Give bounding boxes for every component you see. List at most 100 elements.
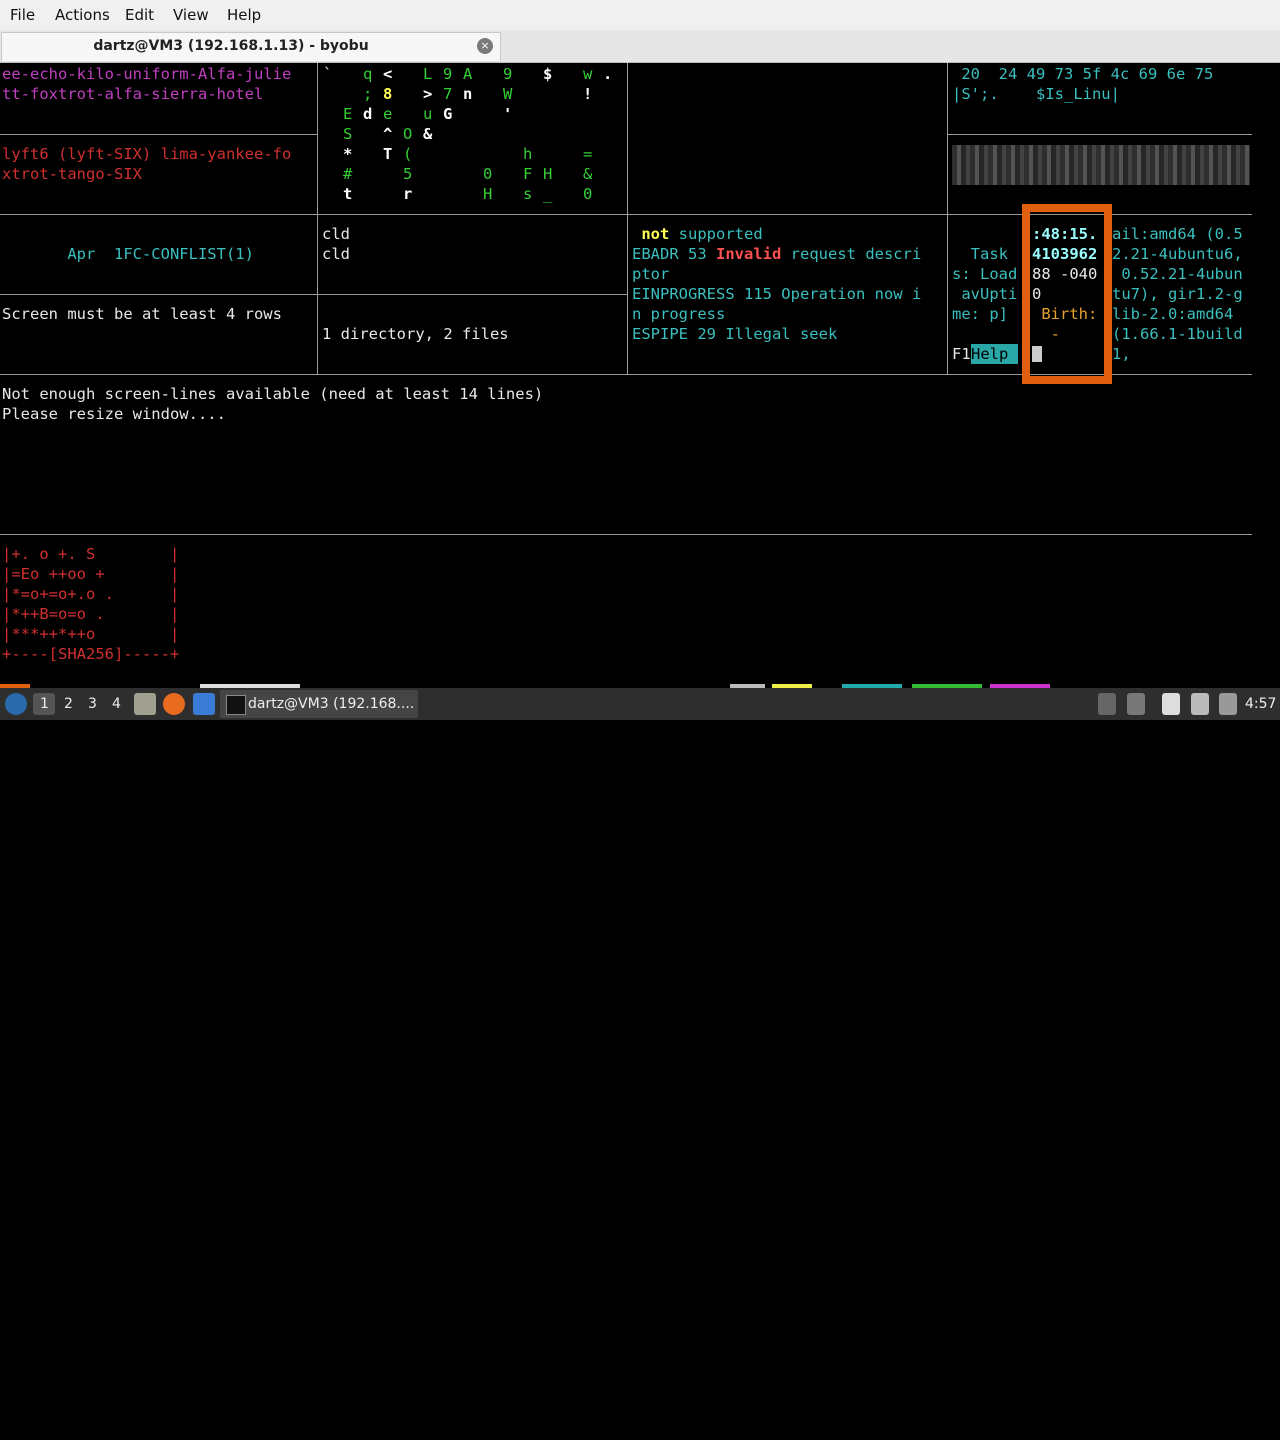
pane-text: 1 directory, 2 files [322,325,509,343]
matrix-glyph: n [463,85,473,103]
hexdump-line: |S';. $Is_Linu| [952,85,1120,103]
matrix-glyph: 5 [403,165,413,183]
matrix-glyph: h [523,145,533,163]
pane-text: cld [322,245,350,263]
randomart-line: |*++B=o=o . | [2,605,180,623]
pane-divider [947,63,948,374]
menu-help[interactable]: Help [227,6,261,24]
pane-divider [0,294,317,295]
matrix-glyph: E [343,105,353,123]
tab-title: dartz@VM3 (192.168.1.13) - byobu [93,38,369,54]
pane-text: Apr 1FC-CONFLIST(1) [2,245,254,263]
start-menu-icon[interactable] [5,693,27,715]
workspace-label[interactable]: 4 [112,696,121,712]
close-tab-icon[interactable]: × [477,38,493,54]
tray-up-icon[interactable] [1098,693,1116,715]
clipboard-icon[interactable] [1162,693,1180,715]
matrix-glyph: 0 [483,165,493,183]
matrix-glyph: 8 [383,85,393,103]
pane-text: xtrot-tango-SIX [2,165,142,183]
errno-line: n progress [632,305,726,323]
pane-text: 2.21-4ubuntu6, [1112,245,1243,263]
errno-line: not supported [641,225,763,243]
pane-divider [0,534,1252,535]
matrix-glyph: ( [403,145,413,163]
matrix-glyph: S [343,125,353,143]
matrix-glyph: t [343,185,353,203]
menu-actions[interactable]: Actions [55,6,110,24]
pane-text: avUpti [952,285,1018,303]
menu-edit[interactable]: Edit [125,6,154,24]
resize-warning: Please resize window.... [2,405,226,423]
tab-bar: dartz@VM3 (192.168.1.13) - byobu × [0,30,1280,63]
matrix-glyph: H [543,165,553,183]
matrix-glyph: e [383,105,393,123]
matrix-glyph: A [463,65,473,83]
pane-divider [317,294,627,295]
matrix-glyph: < [383,65,393,83]
network-icon[interactable] [1191,693,1209,715]
window-title: dartz@VM3 (192.168.... [248,696,415,712]
pane-text: s: Load [952,265,1018,283]
help-key-button[interactable]: Help [971,344,1018,364]
clock[interactable]: 4:57 [1245,696,1276,712]
pane-text: cld [322,225,350,243]
resize-warning: Not enough screen-lines available (need … [2,385,544,403]
pane-text: Task [952,245,1008,263]
menu-view[interactable]: View [173,6,209,24]
matrix-glyph: F [523,165,533,183]
pane-text: Screen must be at least 4 rows [2,305,282,323]
matrix-glyph: 9 [503,65,513,83]
pane-text: me: p] [952,305,1008,323]
pane-divider [0,134,317,135]
pane-text: (1.66.1-1build [1112,325,1243,343]
errno-line: ESPIPE 29 Illegal seek [632,325,838,343]
randomart-line: |+. o +. S | [2,545,180,563]
desktop-icon[interactable] [193,693,215,715]
pane-text: ee-echo-kilo-uniform-Alfa-julie [2,65,292,83]
matrix-glyph: O [403,125,413,143]
workspace-label[interactable]: 1 [40,696,49,712]
workspace-label[interactable]: 3 [88,696,97,712]
matrix-glyph: * [343,145,353,163]
terminal-icon [226,695,246,715]
pane-text: lyft6 (lyft-SIX) lima-yankee-fo [2,145,292,163]
matrix-glyph: q [363,65,373,83]
file-manager-icon[interactable] [134,693,156,715]
matrix-glyph: ' [503,105,513,123]
pane-text: tu7), gir1.2-g [1112,285,1243,303]
matrix-glyph: 7 [443,85,453,103]
f1-key-label: F1 [952,345,971,363]
pane-divider [627,63,628,374]
matrix-glyph: & [583,165,593,183]
matrix-glyph: # [343,165,353,183]
matrix-glyph: H [483,185,493,203]
errno-line: EINPROGRESS 115 Operation now i [632,285,922,303]
matrix-glyph: 9 [443,65,453,83]
matrix-glyph: u [423,105,433,123]
highlight-box [1022,204,1112,384]
taskbar-window-button[interactable]: dartz@VM3 (192.168.... [220,690,418,718]
notification-icon[interactable] [1219,693,1237,715]
matrix-glyph: $ [543,65,553,83]
volume-icon[interactable] [1127,693,1145,715]
matrix-glyph: s [523,185,533,203]
matrix-glyph: > [423,85,433,103]
firefox-icon[interactable] [163,693,185,715]
menu-bar: File Actions Edit View Help [0,0,1280,30]
randomart-line: |*=o+=o+.o . | [2,585,180,603]
terminal-area[interactable]: ee-echo-kilo-uniform-Alfa-julie tt-foxtr… [0,63,1280,684]
matrix-glyph: & [423,125,433,143]
matrix-glyph: w [583,65,593,83]
matrix-glyph: = [583,145,593,163]
matrix-glyph: G [443,105,453,123]
randomart-line: +----[SHA256]-----+ [2,645,180,663]
matrix-glyph: _ [543,185,553,203]
menu-file[interactable]: File [10,6,35,24]
matrix-glyph: r [403,185,413,203]
terminal-tab[interactable]: dartz@VM3 (192.168.1.13) - byobu × [1,32,501,61]
matrix-glyph: W [503,85,513,103]
matrix-glyph: ! [583,85,593,103]
matrix-glyph: d [363,105,373,123]
workspace-label[interactable]: 2 [64,696,73,712]
